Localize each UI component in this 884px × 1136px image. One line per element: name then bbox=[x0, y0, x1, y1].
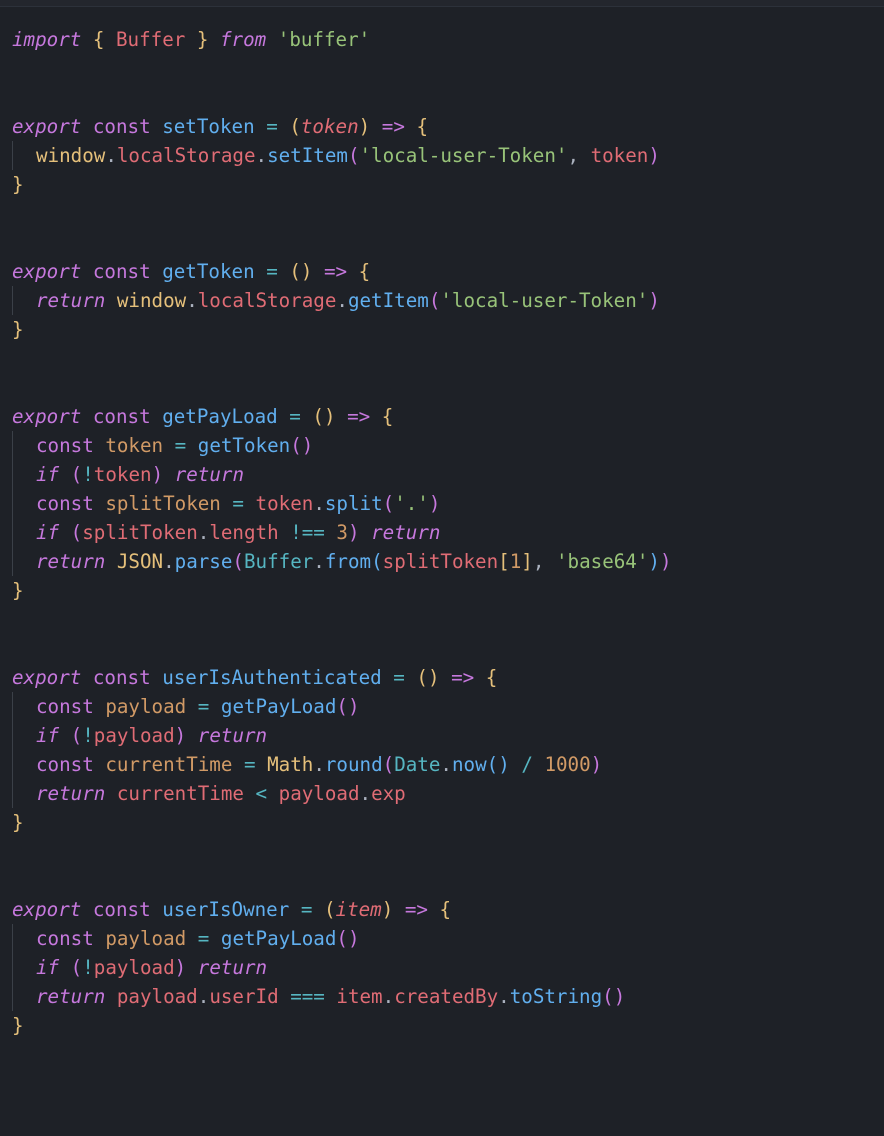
code-line: export const userIsOwner = (item) => { bbox=[12, 898, 451, 921]
fn-userIsAuthenticated: userIsAuthenticated bbox=[162, 666, 382, 689]
code-line: const splitToken = token.split('.') bbox=[12, 492, 440, 515]
code-line: } bbox=[12, 318, 24, 341]
editor-top-border bbox=[0, 0, 884, 7]
keyword-import: import bbox=[12, 28, 81, 51]
code-line: } bbox=[12, 811, 24, 834]
code-line: const payload = getPayLoad() bbox=[12, 927, 360, 950]
code-line: } bbox=[12, 173, 24, 196]
code-line: return JSON.parse(Buffer.from(splitToken… bbox=[12, 550, 672, 573]
code-line: export const getToken = () => { bbox=[12, 260, 370, 283]
code-line: if (!payload) return bbox=[12, 956, 267, 979]
code-line: const currentTime = Math.round(Date.now(… bbox=[12, 753, 602, 776]
code-line: const payload = getPayLoad() bbox=[12, 695, 360, 718]
string-buffer: 'buffer' bbox=[278, 28, 370, 51]
code-line: } bbox=[12, 1014, 24, 1037]
code-line: if (!payload) return bbox=[12, 724, 267, 747]
fn-userIsOwner: userIsOwner bbox=[162, 898, 289, 921]
keyword-from: from bbox=[220, 28, 266, 51]
fn-setToken: setToken bbox=[162, 115, 254, 138]
code-line: if (splitToken.length !== 3) return bbox=[12, 521, 440, 544]
code-line: } bbox=[12, 579, 24, 602]
fn-getPayLoad: getPayLoad bbox=[162, 405, 278, 428]
code-line: export const userIsAuthenticated = () =>… bbox=[12, 666, 497, 689]
code-line: return payload.userId === item.createdBy… bbox=[12, 985, 625, 1008]
code-line: return window.localStorage.getItem('loca… bbox=[12, 289, 660, 312]
fn-getToken: getToken bbox=[162, 260, 254, 283]
code-line: if (!token) return bbox=[12, 463, 244, 486]
code-line: return currentTime < payload.exp bbox=[12, 782, 406, 805]
code-line: window.localStorage.setItem('local-user-… bbox=[12, 144, 660, 167]
code-line: import { Buffer } from 'buffer' bbox=[12, 28, 370, 51]
code-editor[interactable]: import { Buffer } from 'buffer' export c… bbox=[0, 7, 884, 1052]
identifier-buffer: Buffer bbox=[116, 28, 185, 51]
code-line: const token = getToken() bbox=[12, 434, 313, 457]
code-line: export const getPayLoad = () => { bbox=[12, 405, 393, 428]
code-line: export const setToken = (token) => { bbox=[12, 115, 428, 138]
